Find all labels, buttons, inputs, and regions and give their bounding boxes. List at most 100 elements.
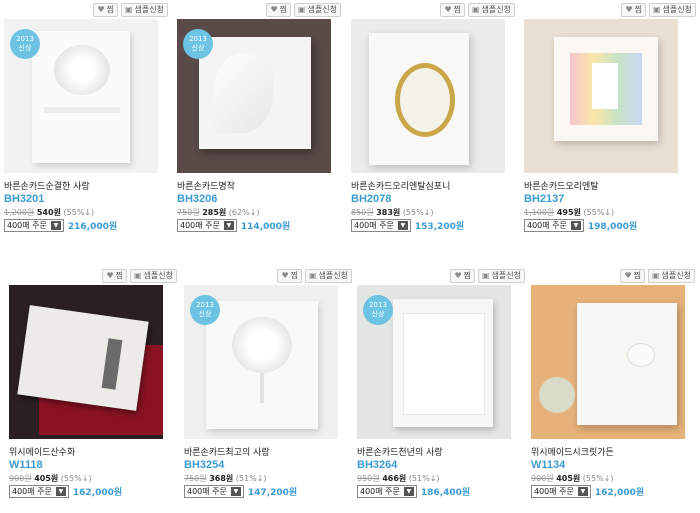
- box-icon: ▣: [133, 271, 142, 280]
- chevron-down-icon: ▼: [230, 487, 241, 496]
- product-image[interactable]: 2013 신상: [357, 285, 511, 439]
- card-actions: ♥ 찜 ▣ 샘플신청: [277, 269, 352, 283]
- heart-icon: ♥: [444, 5, 452, 14]
- quantity-select[interactable]: 400매 주문 ▼: [177, 219, 237, 232]
- product-name[interactable]: 바른손카드오리엔탈심포니: [351, 179, 450, 192]
- order-row: 400매 주문 ▼ 198,000원: [524, 219, 637, 232]
- product-code[interactable]: BH3201: [4, 193, 44, 205]
- box-icon: ▣: [652, 5, 661, 14]
- product-name[interactable]: 위시메이드산수화: [9, 445, 75, 458]
- price-line: 750원 285원 (62%↓): [177, 208, 260, 217]
- product-code[interactable]: W1118: [9, 459, 43, 471]
- total-price: 153,200원: [414, 222, 465, 232]
- new-badge: 2013 신상: [10, 29, 40, 59]
- product-code[interactable]: BH3206: [177, 193, 217, 205]
- quantity-select[interactable]: 400매 주문 ▼: [524, 219, 584, 232]
- order-row: 400매 주문 ▼ 186,400원: [357, 485, 470, 498]
- total-price: 114,000원: [240, 222, 291, 232]
- product-code[interactable]: W1134: [531, 459, 565, 471]
- box-icon: ▣: [471, 5, 480, 14]
- product-image[interactable]: [531, 285, 685, 439]
- order-row: 400매 주문 ▼ 114,000원: [177, 219, 290, 232]
- wish-button[interactable]: ♥ 찜: [102, 269, 127, 283]
- product-image[interactable]: 2013 신상: [4, 19, 158, 173]
- chevron-down-icon: ▼: [223, 221, 234, 230]
- chevron-down-icon: ▼: [403, 487, 414, 496]
- product-image[interactable]: [524, 19, 678, 173]
- sample-request-button[interactable]: ▣ 샘플신청: [120, 3, 168, 17]
- bouquet-emboss: [232, 317, 292, 373]
- wish-button[interactable]: ♥ 찜: [620, 269, 645, 283]
- wish-button[interactable]: ♥ 찜: [450, 269, 475, 283]
- heart-icon: ♥: [625, 5, 633, 14]
- product-code[interactable]: BH2078: [351, 193, 391, 205]
- sample-request-button[interactable]: ▣ 샘플신청: [293, 3, 341, 17]
- new-badge: 2013 신상: [363, 295, 393, 325]
- quantity-select[interactable]: 400매 주문 ▼: [9, 485, 69, 498]
- box-icon: ▣: [297, 5, 306, 14]
- new-badge: 2013 신상: [183, 29, 213, 59]
- sample-request-button[interactable]: ▣ 샘플신청: [304, 269, 352, 283]
- total-price: 216,000원: [67, 222, 118, 232]
- product-name[interactable]: 위시메이드시크릿가든: [531, 445, 614, 458]
- product-name[interactable]: 바른손카드순결한 사랑: [4, 179, 90, 192]
- heart-icon: ♥: [281, 271, 289, 280]
- order-row: 400매 주문 ▼ 162,000원: [531, 485, 644, 498]
- inner-panel: [403, 313, 485, 415]
- heart-icon: ♥: [454, 271, 462, 280]
- price-line: 900원 405원 (55%↓): [531, 474, 614, 483]
- stem: [260, 373, 264, 403]
- sample-request-button[interactable]: ▣ 샘플신청: [477, 269, 525, 283]
- ribbon: [44, 107, 120, 113]
- box-icon: ▣: [651, 271, 660, 280]
- card-actions: ♥ 찜 ▣ 샘플신청: [621, 3, 696, 17]
- box-icon: ▣: [481, 271, 490, 280]
- price-line: 1,200원 540원 (55%↓): [4, 208, 95, 217]
- heart-icon: ♥: [97, 5, 105, 14]
- wish-button[interactable]: ♥ 찜: [440, 3, 465, 17]
- card-actions: ♥ 찜 ▣ 샘플신청: [266, 3, 341, 17]
- total-price: 162,000원: [594, 488, 645, 498]
- chevron-down-icon: ▼: [50, 221, 61, 230]
- price-line: 1,100원 495원 (55%↓): [524, 208, 615, 217]
- product-name[interactable]: 바른손카드명작: [177, 179, 235, 192]
- sample-request-button[interactable]: ▣ 샘플신청: [648, 3, 696, 17]
- wish-button[interactable]: ♥ 찜: [621, 3, 646, 17]
- sample-request-button[interactable]: ▣ 샘플신청: [647, 269, 695, 283]
- order-row: 400매 주문 ▼ 147,200원: [184, 485, 297, 498]
- quantity-select[interactable]: 400매 주문 ▼: [531, 485, 591, 498]
- price-line: 950원 466원 (51%↓): [357, 474, 440, 483]
- card-illustration: [577, 303, 677, 425]
- total-price: 186,400원: [420, 488, 471, 498]
- product-name[interactable]: 바른손카드천년의 사랑: [357, 445, 443, 458]
- card-actions: ♥ 찜 ▣ 샘플신청: [102, 269, 177, 283]
- quantity-select[interactable]: 400매 주문 ▼: [357, 485, 417, 498]
- quantity-select[interactable]: 400매 주문 ▼: [351, 219, 411, 232]
- product-name[interactable]: 바른손카드최고의 사랑: [184, 445, 270, 458]
- total-price: 147,200원: [247, 488, 298, 498]
- product-code[interactable]: BH2137: [524, 193, 564, 205]
- wish-button[interactable]: ♥ 찜: [277, 269, 302, 283]
- card-actions: ♥ 찜 ▣ 샘플신청: [450, 269, 525, 283]
- heart-icon: ♥: [106, 271, 114, 280]
- flower-pot: [539, 377, 575, 413]
- product-code[interactable]: BH3264: [357, 459, 397, 471]
- sample-request-button[interactable]: ▣ 샘플신청: [467, 3, 515, 17]
- sample-request-button[interactable]: ▣ 샘플신청: [129, 269, 177, 283]
- quantity-select[interactable]: 400매 주문 ▼: [184, 485, 244, 498]
- heart-icon: ♥: [624, 271, 632, 280]
- product-code[interactable]: BH3254: [184, 459, 224, 471]
- product-name[interactable]: 바른손카드오리엔탈: [524, 179, 599, 192]
- card-actions: ♥ 찜 ▣ 샘플신청: [93, 3, 168, 17]
- quantity-select[interactable]: 400매 주문 ▼: [4, 219, 64, 232]
- product-image[interactable]: 2013 신상: [177, 19, 331, 173]
- box-icon: ▣: [124, 5, 133, 14]
- wish-button[interactable]: ♥ 찜: [93, 3, 118, 17]
- order-row: 400매 주문 ▼ 153,200원: [351, 219, 464, 232]
- flower-emboss: [54, 45, 110, 95]
- product-image[interactable]: [351, 19, 505, 173]
- product-image[interactable]: [9, 285, 163, 439]
- product-image[interactable]: 2013 신상: [184, 285, 338, 439]
- order-row: 400매 주문 ▼ 216,000원: [4, 219, 117, 232]
- wish-button[interactable]: ♥ 찜: [266, 3, 291, 17]
